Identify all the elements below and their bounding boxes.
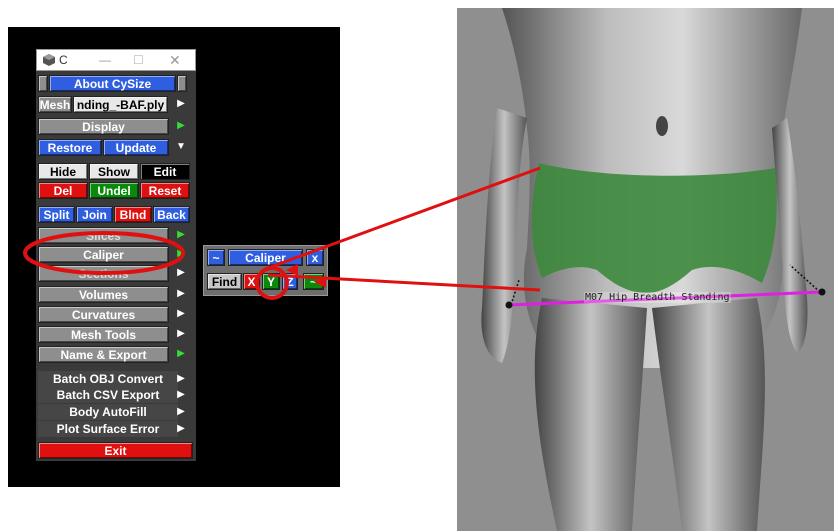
- reset-button[interactable]: Reset: [140, 182, 190, 199]
- sections-arrow-icon[interactable]: ▶: [175, 265, 187, 281]
- undel-button[interactable]: Undel: [89, 182, 139, 199]
- curvatures-button[interactable]: Curvatures: [38, 306, 169, 323]
- split-button[interactable]: Split: [38, 206, 75, 223]
- update-dropdown-icon[interactable]: ▼: [175, 139, 187, 155]
- mesh-tools-arrow-icon[interactable]: ▶: [175, 326, 187, 342]
- caliper-arrow-icon[interactable]: ▶: [175, 246, 187, 262]
- body-scan-view[interactable]: [457, 8, 834, 531]
- volumes-arrow-icon[interactable]: ▶: [175, 286, 187, 302]
- batch-obj-arrow-icon[interactable]: ▶: [175, 371, 187, 387]
- slices-button[interactable]: Slices: [38, 227, 169, 244]
- about-button[interactable]: About CySize: [49, 75, 176, 92]
- app-cube-icon: [42, 53, 56, 67]
- caliper-tilde-button[interactable]: ~: [207, 249, 225, 266]
- sections-button[interactable]: Sections: [38, 265, 169, 282]
- mesh-file-field[interactable]: nding_-BAF.ply: [73, 96, 168, 113]
- find-button[interactable]: Find: [207, 273, 242, 290]
- about-right-handle[interactable]: [177, 75, 187, 92]
- maximize-icon[interactable]: ☐: [133, 50, 144, 70]
- find-z-button[interactable]: Z: [282, 273, 298, 290]
- batch-csv-export-item[interactable]: Batch CSV Export: [38, 387, 178, 403]
- back-button[interactable]: Back: [153, 206, 190, 223]
- find-x-button[interactable]: X: [243, 273, 260, 290]
- exit-button[interactable]: Exit: [38, 442, 193, 459]
- join-button[interactable]: Join: [76, 206, 113, 223]
- plot-surface-error-item[interactable]: Plot Surface Error: [38, 421, 178, 437]
- show-button[interactable]: Show: [89, 163, 139, 180]
- name-export-arrow-icon[interactable]: ▶: [175, 346, 187, 362]
- caliper-close-button[interactable]: x: [306, 249, 324, 266]
- slices-arrow-icon[interactable]: ▶: [175, 227, 187, 243]
- window-title: C: [59, 53, 68, 67]
- curvatures-arrow-icon[interactable]: ▶: [175, 306, 187, 322]
- body-autofill-item[interactable]: Body AutoFill: [38, 404, 178, 420]
- batch-csv-arrow-icon[interactable]: ▶: [175, 387, 187, 403]
- about-left-handle[interactable]: [38, 75, 48, 92]
- measurement-label: M07 Hip Breadth Standing: [584, 292, 731, 303]
- display-button[interactable]: Display: [38, 118, 169, 135]
- del-button[interactable]: Del: [38, 182, 88, 199]
- minimize-icon[interactable]: —: [99, 50, 111, 70]
- caliper-title-button[interactable]: Caliper: [228, 249, 303, 266]
- blnd-button[interactable]: Blnd: [114, 206, 152, 223]
- body-autofill-arrow-icon[interactable]: ▶: [175, 404, 187, 420]
- body-scan-drawing: [457, 8, 834, 531]
- hide-button[interactable]: Hide: [38, 163, 88, 180]
- find-y-button[interactable]: Y: [262, 273, 280, 290]
- batch-obj-convert-item[interactable]: Batch OBJ Convert: [38, 371, 178, 387]
- close-icon[interactable]: ✕: [169, 50, 181, 70]
- update-button[interactable]: Update: [103, 139, 169, 156]
- name-export-button[interactable]: Name & Export: [38, 346, 169, 363]
- mesh-arrow-icon[interactable]: ▶: [175, 96, 187, 112]
- restore-button[interactable]: Restore: [38, 139, 102, 156]
- volumes-button[interactable]: Volumes: [38, 286, 169, 303]
- display-arrow-icon[interactable]: ▶: [175, 118, 187, 134]
- edit-button[interactable]: Edit: [140, 163, 190, 180]
- find-minus-button[interactable]: ~: [303, 273, 324, 290]
- caliper-button[interactable]: Caliper: [38, 246, 169, 263]
- mesh-tools-button[interactable]: Mesh Tools: [38, 326, 169, 343]
- mesh-button[interactable]: Mesh: [38, 96, 72, 113]
- title-bar: C — ☐ ✕: [36, 49, 196, 71]
- plot-surface-arrow-icon[interactable]: ▶: [175, 421, 187, 437]
